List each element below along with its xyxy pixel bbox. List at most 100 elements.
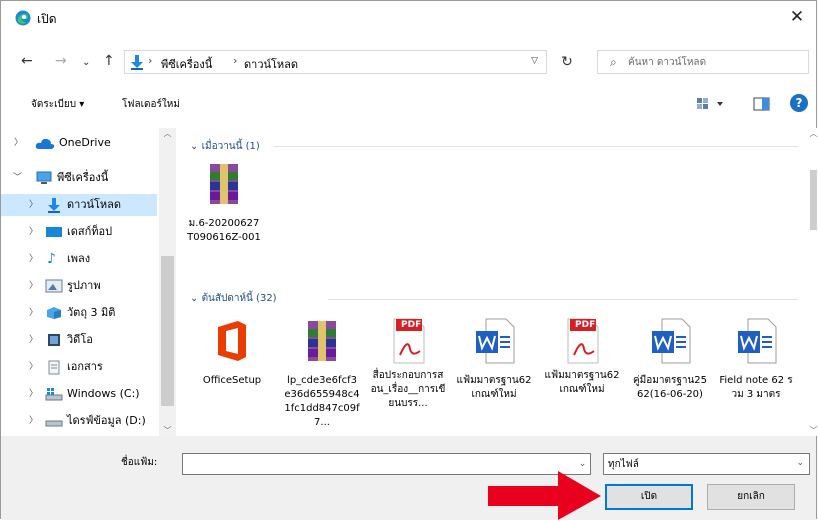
nav-item-label: ดาวน์โหลด [67,198,122,211]
group-divider [274,146,798,147]
chevron-down-icon[interactable]: ⌄ [190,141,202,152]
preview-pane-icon[interactable] [751,95,773,113]
pdf-icon: PDF [558,317,606,365]
organize-button[interactable]: จัดระเบียบ ▾ [31,97,84,112]
pc-icon [36,171,52,184]
desktop-icon [46,227,62,237]
group-divider [328,299,798,300]
video-icon [48,334,60,346]
forward-arrow-icon[interactable]: → [55,53,67,69]
breadcrumb-separator-icon: › [148,54,153,67]
breadcrumb-downloads[interactable]: ดาวน์โหลด [244,55,298,73]
download-arrow-icon [131,55,143,70]
chevron-down-icon[interactable]: ▽ [531,56,538,66]
file-item[interactable]: PDF สื่อประกอบการสอน_เรื่อง__การเขียนบรร… [370,317,446,411]
chevron-right-icon[interactable]: 〉 [29,302,38,324]
scroll-down-arrow-icon[interactable]: ﹀ [809,425,818,436]
breadcrumb-this-pc[interactable]: พีซีเครื่องนี้ [161,55,212,73]
file-item[interactable]: PDF แฟ้มมาตรฐาน62เกณฑ์ใหม่ [544,317,620,397]
new-folder-button[interactable]: โฟลเดอร์ใหม่ [122,97,180,112]
nav-item-label: รูปภาพ [67,279,101,292]
winrar-archive-icon [210,164,238,204]
navigation-pane[interactable]: 〉 OneDrive ﹀ พีซีเครื่องนี้ 〉 ดาวน์โหลด … [1,128,177,436]
chevron-down-icon[interactable]: ﹀ [13,167,22,189]
file-type-value: ทุกไฟล์ [608,459,639,470]
nav-item-label: วิดีโอ [67,333,93,346]
file-item[interactable]: แฟ้มมาตรฐาน62เกณฑ์ใหม่ [456,317,532,402]
chevron-down-icon[interactable]: ⌄ [190,293,202,304]
chevron-right-icon[interactable]: 〉 [29,221,38,243]
chevron-right-icon[interactable]: 〉 [14,132,23,154]
address-bar[interactable]: › พีซีเครื่องนี้ › ดาวน์โหลด ▽ [124,50,547,74]
scroll-up-arrow-icon[interactable]: ︿ [809,128,818,139]
close-icon[interactable]: ✕ [786,6,808,28]
file-item[interactable]: lp_cde3e6fcf3e36d655948c41fc1dd847c09f7.… [284,317,360,430]
up-arrow-icon[interactable]: ↑ [103,53,115,69]
refresh-icon[interactable]: ↻ [549,50,585,74]
nav-item-label: Windows (C:) [67,387,140,400]
change-view-icon[interactable] [695,95,727,113]
recent-locations-chevron-icon[interactable]: ⌄ [82,55,90,71]
scrollbar-thumb[interactable] [810,170,817,230]
file-type-select[interactable]: ทุกไฟล์ ⌄ [603,453,810,475]
documents-icon [48,360,60,375]
chevron-right-icon[interactable]: 〉 [29,383,38,405]
chevron-right-icon[interactable]: 〉 [29,248,38,270]
file-name: lp_cde3e6fcf3e36d655948c41fc1dd847c09f7.… [284,375,360,428]
nav-item-videos[interactable]: 〉 วิดีโอ [1,329,177,351]
open-file-dialog: เปิด ✕ ← → ⌄ ↑ › พีซีเครื่องนี้ › ดาวน์โ… [0,0,818,520]
cloud-icon [35,138,55,149]
command-bar: จัดระเบียบ ▾ โฟลเดอร์ใหม่ ? [1,91,816,117]
nav-item-downloads[interactable]: 〉 ดาวน์โหลด [1,194,157,216]
nav-item-music[interactable]: 〉 ♪ เพลง [1,248,177,270]
file-name: OfficeSetup [202,375,262,386]
word-doc-icon [652,318,691,364]
cancel-button[interactable]: ยกเลิก [707,484,795,510]
nav-item-drive-d[interactable]: 〉 ไดรฟ์ข้อมูล (D:) [1,410,177,432]
nav-item-label: เพลง [67,252,91,265]
search-box[interactable]: ⌕ [597,50,809,74]
word-doc-icon [476,318,515,364]
open-button[interactable]: เปิด [605,484,693,510]
file-name: สื่อประกอบการสอน_เรื่อง__การเขียนบรร... [370,370,446,409]
file-item[interactable]: ม.6-20200627T090616Z-001 [186,160,262,245]
nav-item-desktop[interactable]: 〉 เดสก์ท็อป [1,221,177,243]
nav-item-documents[interactable]: 〉 เอกสาร [1,356,177,378]
pictures-icon [45,279,63,293]
drive-icon [45,388,63,401]
nav-item-3d-objects[interactable]: 〉 วัตถุ 3 มิติ [1,302,177,324]
file-item[interactable]: OfficeSetup [194,317,270,388]
annotation-arrow-icon [488,471,601,520]
chevron-right-icon[interactable]: 〉 [29,356,38,378]
nav-item-label: OneDrive [59,136,111,149]
help-icon[interactable]: ? [790,94,808,112]
file-item[interactable]: คู่มือมาตรฐาน2562(16-06-20) [632,317,708,402]
chevron-right-icon[interactable]: 〉 [29,194,38,216]
pdf-badge: PDF [575,320,596,330]
nav-scrollbar[interactable]: ︿ ﹀ [159,128,176,436]
file-name: แฟ้มมาตรฐาน62เกณฑ์ใหม่ [544,370,620,395]
chevron-right-icon[interactable]: 〉 [29,275,38,297]
file-list[interactable]: ⌄ เมื่อวานนี้ (1) ม.6-20200627T090616Z-0… [178,128,808,436]
nav-item-drive-c[interactable]: 〉 Windows (C:) [1,383,177,405]
music-icon: ♪ [47,251,56,267]
dialog-footer: ชื่อแฟ้ม: ⌄ ทุกไฟล์ ⌄ เปิด ยกเลิก [1,436,816,520]
scrollbar-thumb[interactable] [161,256,174,406]
chevron-right-icon[interactable]: 〉 [29,410,38,432]
winrar-archive-icon [308,321,336,361]
nav-item-onedrive[interactable]: 〉 OneDrive [1,132,177,154]
group-header-yesterday[interactable]: ⌄ เมื่อวานนี้ (1) [190,139,260,154]
scroll-down-arrow-icon[interactable]: ﹀ [159,425,176,436]
group-header-earlier-this-week[interactable]: ⌄ ต้นสัปดาห์นี้ (32) [190,291,277,306]
content-scrollbar[interactable]: ︿ ﹀ [809,128,818,436]
address-row: ← → ⌄ ↑ › พีซีเครื่องนี้ › ดาวน์โหลด ▽ ↻… [1,45,816,79]
nav-item-this-pc[interactable]: ﹀ พีซีเครื่องนี้ [1,167,177,189]
back-arrow-icon[interactable]: ← [21,53,33,69]
nav-item-pictures[interactable]: 〉 รูปภาพ [1,275,177,297]
scroll-up-arrow-icon[interactable]: ︿ [159,128,176,139]
file-item[interactable]: Field note 62 รวม 3 มาตร [718,317,794,402]
file-name: Field note 62 รวม 3 มาตร [719,375,793,400]
pdf-badge: PDF [401,320,422,330]
search-input[interactable] [628,54,798,70]
chevron-right-icon[interactable]: 〉 [29,329,38,351]
